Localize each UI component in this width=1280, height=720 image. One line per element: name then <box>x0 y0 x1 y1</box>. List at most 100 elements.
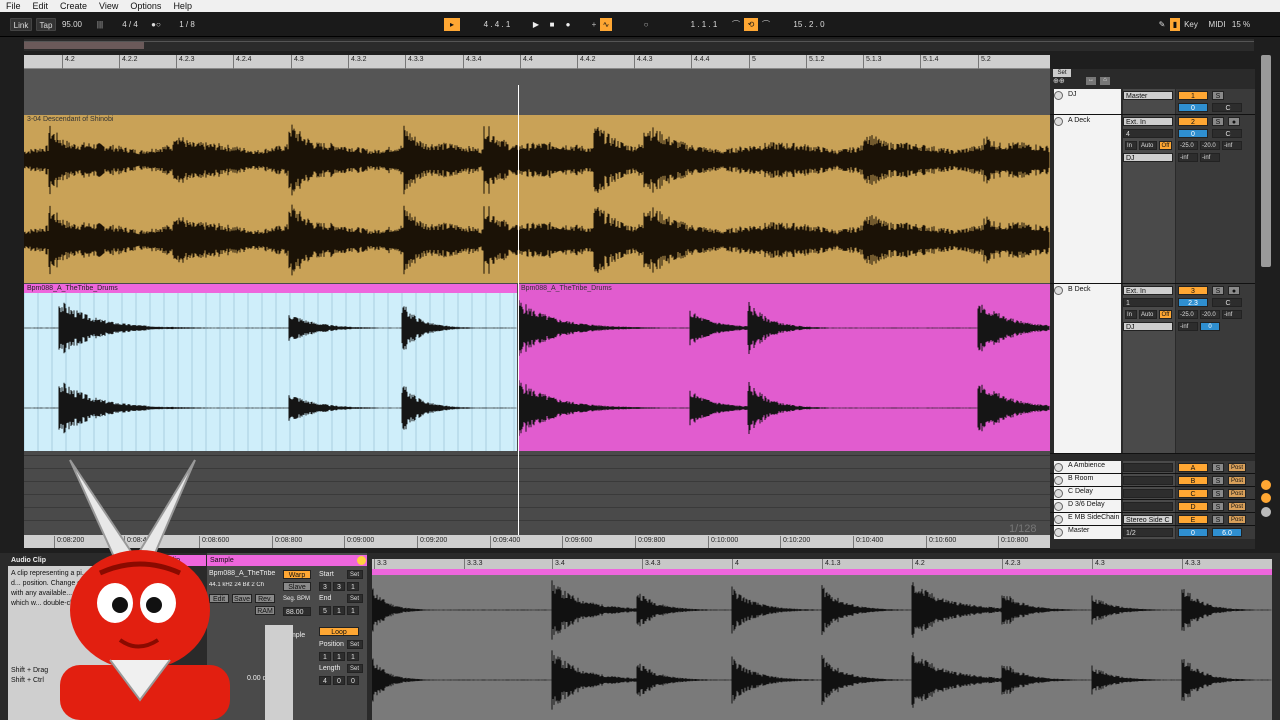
return-track[interactable]: D 3/6 Delay D S Post <box>1050 500 1255 513</box>
scrub-area[interactable] <box>24 69 1050 85</box>
a-deck-channel-select[interactable]: 4 <box>1123 129 1173 138</box>
return-solo-button[interactable]: S <box>1212 515 1224 524</box>
play-icon[interactable]: ▶ <box>530 18 542 31</box>
arrangement-overview[interactable] <box>24 39 1254 51</box>
end-sixteenth[interactable]: 1 <box>347 606 359 615</box>
track-b-deck-name[interactable]: B Deck <box>1054 284 1121 453</box>
end-beat[interactable]: 1 <box>333 606 345 615</box>
dj-track-activator[interactable]: 1 <box>1178 91 1208 100</box>
start-sixteenth[interactable]: 1 <box>347 582 359 591</box>
set-button[interactable]: Set <box>1053 69 1071 77</box>
a-deck-volume[interactable]: 0 <box>1178 129 1208 138</box>
return-output-select[interactable] <box>1123 463 1173 472</box>
fold-icon[interactable] <box>1054 117 1063 126</box>
b-deck-monitor-in[interactable]: In <box>1125 310 1137 319</box>
lock-icon[interactable]: ⌂ <box>1100 77 1110 85</box>
overdub-icon[interactable]: + <box>588 18 600 31</box>
return-activator[interactable]: A <box>1178 463 1208 472</box>
sample-editor[interactable]: 3.3 3.3.3 3.4 3.4.3 4 4.1.3 4.2 4.2.3 4.3 4.3.3 <box>372 559 1272 720</box>
fold-icon[interactable] <box>1054 476 1063 485</box>
midi-map-button[interactable]: MIDI <box>1208 18 1226 31</box>
draw-mode-icon[interactable]: ✎ <box>1156 18 1168 31</box>
master-volume[interactable]: 0 <box>1178 528 1208 537</box>
sample-ruler[interactable]: 3.3 3.3.3 3.4 3.4.3 4 4.1.3 4.2 4.2.3 4.3 4.3.3 <box>372 559 1272 569</box>
computer-keyboard-icon[interactable]: ▮ <box>1170 18 1180 31</box>
io-toggle-icon[interactable]: ↔ <box>1086 77 1096 85</box>
record-icon[interactable]: ● <box>562 18 574 31</box>
clip-activator-icon[interactable] <box>357 556 366 565</box>
set-start-button[interactable]: Set <box>347 570 363 579</box>
return-track[interactable]: B Room B S Post <box>1050 474 1255 487</box>
zoom-icon[interactable] <box>1261 480 1271 490</box>
track-dj-name[interactable]: DJ <box>1054 89 1121 114</box>
a-deck-monitor-off[interactable]: Off <box>1159 141 1172 150</box>
loop-switch-icon[interactable]: ⟲ <box>744 18 758 31</box>
a-deck-track-activator[interactable]: 2 <box>1178 117 1208 126</box>
track-dj[interactable]: DJ Master 1 S 0 C <box>1050 89 1255 115</box>
return-output-select[interactable] <box>1123 502 1173 511</box>
menu-edit[interactable]: Edit <box>27 1 55 11</box>
b-deck-solo-button[interactable]: S <box>1212 286 1224 295</box>
menu-help[interactable]: Help <box>167 1 198 11</box>
menu-options[interactable]: Options <box>124 1 167 11</box>
return-output-select[interactable]: Stereo Side C <box>1123 515 1173 524</box>
a-deck-pan[interactable]: C <box>1212 129 1242 138</box>
b-deck-pan[interactable]: C <box>1212 298 1242 307</box>
time-signature[interactable]: 4 / 4 <box>116 18 144 31</box>
a-deck-arm-button[interactable]: ● <box>1228 117 1240 126</box>
menu-file[interactable]: File <box>0 1 27 11</box>
dj-volume[interactable]: 0 <box>1178 103 1208 112</box>
set-length-button[interactable]: Set <box>347 664 363 673</box>
return-solo-button[interactable]: S <box>1212 463 1224 472</box>
a-deck-monitor-auto[interactable]: Auto <box>1139 141 1157 150</box>
track-master[interactable]: Master 1/2 0 6.0 <box>1050 526 1255 539</box>
menu-view[interactable]: View <box>93 1 124 11</box>
punch-icon[interactable]: ○ <box>640 18 652 31</box>
position-bar[interactable]: 1 <box>319 652 331 661</box>
b-deck-arm-button[interactable]: ● <box>1228 286 1240 295</box>
return-activator[interactable]: B <box>1178 476 1208 485</box>
b-deck-channel-select[interactable]: 1 <box>1123 298 1173 307</box>
master-output-select[interactable]: 1/2 <box>1123 528 1173 537</box>
add-icon[interactable]: ⊕⊕ <box>1053 78 1073 85</box>
return-output-select[interactable] <box>1123 476 1173 485</box>
return-track[interactable]: A Ambience A S Post <box>1050 461 1255 474</box>
end-bar[interactable]: 5 <box>319 606 331 615</box>
b-deck-volume[interactable]: 2.3 <box>1178 298 1208 307</box>
loop-length-field[interactable]: 15 . 2 . 0 <box>784 18 834 31</box>
set-position-button[interactable]: Set <box>347 640 363 649</box>
return-track-name[interactable]: E MB SideChain <box>1054 513 1121 525</box>
fold-icon[interactable] <box>1054 91 1063 100</box>
dj-solo-button[interactable]: S <box>1212 91 1224 100</box>
master-name[interactable]: Master <box>1054 526 1121 539</box>
b-deck-track-activator[interactable]: 3 <box>1178 286 1208 295</box>
return-solo-button[interactable]: S <box>1212 502 1224 511</box>
dj-output-select[interactable]: Master <box>1123 91 1173 100</box>
return-track-name[interactable]: C Delay <box>1054 487 1121 499</box>
fold-icon[interactable] <box>1054 286 1063 295</box>
follow-button[interactable]: ▸ <box>444 18 460 31</box>
b-deck-output-select[interactable]: DJ <box>1123 322 1173 331</box>
fold-icon[interactable] <box>1054 489 1063 498</box>
return-track[interactable]: E MB SideChain Stereo Side C E S Post <box>1050 513 1255 526</box>
return-output-select[interactable] <box>1123 489 1173 498</box>
return-solo-button[interactable]: S <box>1212 476 1224 485</box>
vertical-scrollbar[interactable] <box>1258 55 1274 535</box>
song-position[interactable]: 4 . 4 . 1 <box>472 18 522 31</box>
start-beat[interactable]: 3 <box>333 582 345 591</box>
zoom-icon-2[interactable] <box>1261 493 1271 503</box>
return-post-button[interactable]: Post <box>1228 502 1246 511</box>
b-deck-monitor-auto[interactable]: Auto <box>1139 310 1157 319</box>
return-activator[interactable]: E <box>1178 515 1208 524</box>
start-bar[interactable]: 3 <box>319 582 331 591</box>
return-post-button[interactable]: Post <box>1228 489 1246 498</box>
dj-pan[interactable]: C <box>1212 103 1242 112</box>
quantize-menu[interactable]: 1 / 8 <box>174 18 200 31</box>
punch-in-icon[interactable]: ⌒ <box>730 18 742 31</box>
position-beat[interactable]: 1 <box>333 652 345 661</box>
scroll-thumb[interactable] <box>1261 55 1271 267</box>
fold-icon[interactable] <box>1054 463 1063 472</box>
loop-button[interactable]: Loop <box>319 627 359 636</box>
a-deck-input-select[interactable]: Ext. In <box>1123 117 1173 126</box>
b-deck-monitor-off[interactable]: Off <box>1159 310 1172 319</box>
